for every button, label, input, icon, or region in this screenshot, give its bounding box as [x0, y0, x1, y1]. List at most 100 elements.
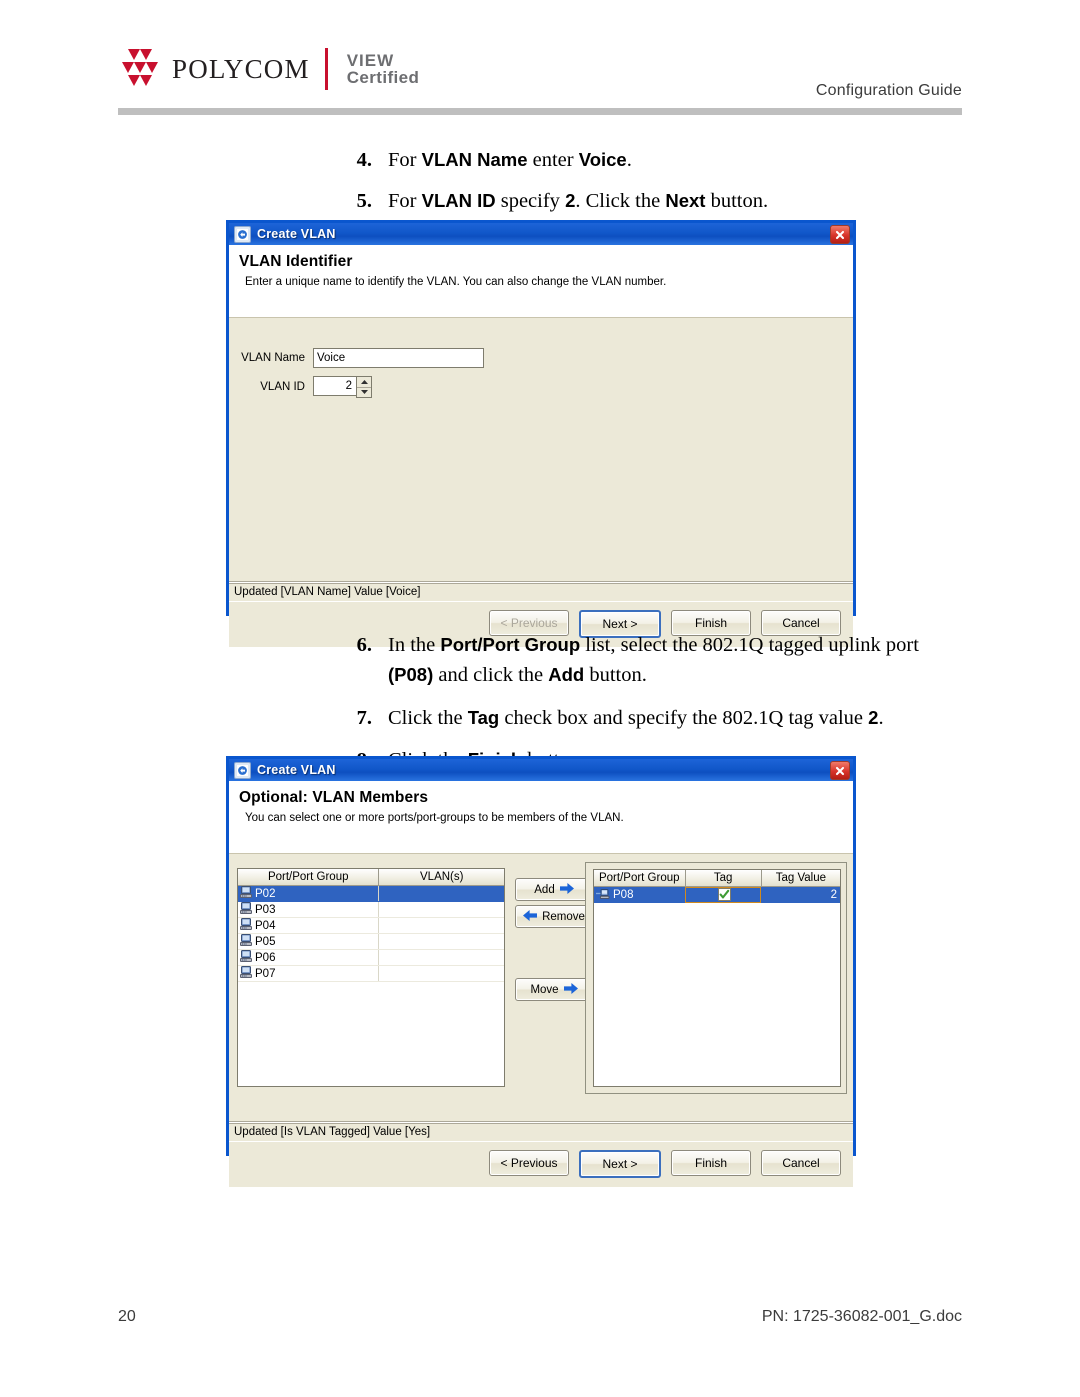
- view-label: VIEW: [346, 50, 395, 70]
- finish-button[interactable]: Finish: [671, 1150, 751, 1176]
- member-ports-panel: Port/Port Group Tag Tag Value P08 2: [585, 862, 847, 1094]
- port-computer-icon: [240, 966, 252, 981]
- cell-port[interactable]: P05: [238, 933, 379, 950]
- dialog-title-text: Create VLAN: [257, 227, 336, 241]
- step-text: For VLAN Name enter Voice.: [388, 149, 632, 171]
- cell-vlans[interactable]: [378, 901, 504, 918]
- column-header-port[interactable]: Port/Port Group: [594, 870, 686, 887]
- column-header-port[interactable]: Port/Port Group: [238, 869, 380, 886]
- port-label: P06: [255, 951, 276, 964]
- close-icon[interactable]: [830, 761, 850, 780]
- table-row[interactable]: P04: [238, 917, 504, 934]
- table-row[interactable]: P06: [238, 949, 504, 966]
- port-label: P03: [255, 903, 276, 916]
- cell-vlans[interactable]: [378, 885, 504, 902]
- add-button[interactable]: Add: [515, 878, 593, 901]
- next-button[interactable]: Next >: [579, 1150, 661, 1178]
- vlan-app-icon: [234, 761, 251, 779]
- table-header-row: Port/Port Group Tag Tag Value: [594, 870, 840, 887]
- port-label: P02: [255, 887, 276, 900]
- table-row[interactable]: P05: [238, 933, 504, 950]
- member-ports-list[interactable]: Port/Port Group Tag Tag Value P08 2: [593, 869, 841, 1087]
- vlan-id-input[interactable]: 2: [313, 376, 356, 396]
- spinner-down-icon[interactable]: [357, 388, 371, 398]
- close-icon[interactable]: [830, 225, 850, 244]
- cell-port[interactable]: P03: [238, 901, 379, 918]
- cell-port[interactable]: P06: [238, 949, 379, 966]
- table-header-row: Port/Port Group VLAN(s): [238, 869, 504, 886]
- dialog-title-bar[interactable]: Create VLAN: [229, 759, 853, 781]
- status-text: Updated [VLAN Name] Value [Voice]: [229, 582, 853, 601]
- move-button[interactable]: Move: [515, 978, 593, 1001]
- dialog-heading: VLAN Identifier: [239, 253, 353, 270]
- page-number: 20: [118, 1308, 136, 1325]
- vlan-name-row: VLAN Name Voice: [237, 348, 484, 368]
- cell-vlans[interactable]: [378, 917, 504, 934]
- column-header-tag[interactable]: Tag: [685, 870, 762, 887]
- status-text: Updated [Is VLAN Tagged] Value [Yes]: [229, 1122, 853, 1141]
- column-header-vlans[interactable]: VLAN(s): [378, 869, 504, 886]
- polycom-wordmark: POLYCOM: [172, 53, 310, 84]
- vlan-id-stepper[interactable]: 2: [313, 376, 372, 398]
- dialog-title-bar[interactable]: Create VLAN: [229, 223, 853, 245]
- step-number: 4.: [356, 149, 372, 171]
- step-item: 4. For VLAN Name enter Voice.: [338, 145, 978, 175]
- cell-port[interactable]: P07: [238, 965, 379, 982]
- step-item: 6. In the Port/Port Group list, select t…: [338, 630, 938, 691]
- tag-checkbox[interactable]: [717, 888, 731, 901]
- cell-vlans[interactable]: [378, 933, 504, 950]
- table-row[interactable]: P03: [238, 901, 504, 918]
- create-vlan-dialog-members[interactable]: Create VLAN Optional: VLAN Members You c…: [226, 756, 856, 1187]
- cell-tag-value[interactable]: 2: [761, 886, 840, 903]
- uplink-port-icon: [596, 888, 610, 902]
- dialog-status-area: Updated [VLAN Name] Value [Voice]: [229, 581, 853, 601]
- remove-button-label: Remove: [542, 910, 585, 923]
- column-header-tag-value[interactable]: Tag Value: [761, 870, 840, 887]
- document-part-number: PN: 1725-36082-001_G.doc: [761, 1308, 962, 1325]
- dialog-header-panel: Optional: VLAN Members You can select on…: [229, 781, 853, 854]
- cell-vlans[interactable]: [378, 949, 504, 966]
- port-label: P08: [613, 888, 634, 901]
- available-ports-table: Port/Port Group VLAN(s) P02 P03 P04 P05 P06 P…: [238, 869, 504, 982]
- dialog-title-text: Create VLAN: [257, 763, 336, 777]
- arrow-left-icon: [523, 909, 538, 924]
- cell-port[interactable]: P08: [594, 886, 686, 903]
- previous-button[interactable]: < Previous: [489, 1150, 569, 1176]
- dialog-body: Port/Port Group VLAN(s) P02 P03 P04 P05 P06 P…: [229, 854, 853, 1121]
- step-number: 6.: [356, 634, 372, 656]
- page-header: POLYCOM VIEW Certified Configuration Gui…: [0, 0, 1080, 118]
- vlan-id-label: VLAN ID: [260, 381, 305, 393]
- steps-top: 4. For VLAN Name enter Voice. 5. For VLA…: [338, 145, 978, 217]
- steps-middle: 6. In the Port/Port Group list, select t…: [338, 630, 938, 775]
- cell-vlans[interactable]: [378, 965, 504, 982]
- remove-button[interactable]: Remove: [515, 905, 593, 928]
- cell-tag[interactable]: [685, 886, 762, 903]
- dialog-status-area: Updated [Is VLAN Tagged] Value [Yes]: [229, 1121, 853, 1141]
- table-row[interactable]: P07: [238, 965, 504, 982]
- port-computer-icon: [240, 918, 252, 933]
- move-button-label: Move: [530, 983, 559, 996]
- step-text: For VLAN ID specify 2. Click the Next bu…: [388, 190, 769, 213]
- port-computer-icon: [240, 934, 252, 949]
- dialog-subtext: Enter a unique name to identify the VLAN…: [245, 276, 667, 288]
- cancel-button[interactable]: Cancel: [761, 1150, 841, 1176]
- spinner-arrows[interactable]: [356, 376, 372, 398]
- cell-port[interactable]: P02: [238, 885, 379, 902]
- create-vlan-dialog-identifier[interactable]: Create VLAN VLAN Identifier Enter a uniq…: [226, 220, 856, 647]
- step-item: 7. Click the Tag check box and specify t…: [338, 703, 938, 733]
- spinner-up-icon[interactable]: [357, 377, 371, 388]
- cell-port[interactable]: P04: [238, 917, 379, 934]
- step-number: 5.: [356, 190, 372, 213]
- table-row[interactable]: P08 2: [594, 886, 840, 903]
- arrow-right-icon: [563, 982, 578, 997]
- vlan-name-label: VLAN Name: [241, 352, 305, 364]
- vlan-name-input[interactable]: Voice: [313, 348, 484, 368]
- port-label: P04: [255, 919, 276, 932]
- polycom-triangles-logo-icon: [118, 49, 162, 89]
- table-row[interactable]: P02: [238, 885, 504, 902]
- available-ports-list[interactable]: Port/Port Group VLAN(s) P02 P03 P04 P05 P06 P…: [237, 868, 505, 1087]
- add-button-label: Add: [534, 883, 555, 896]
- port-label: P05: [255, 935, 276, 948]
- certified-label: Certified: [346, 68, 420, 87]
- polycom-logo: POLYCOM VIEW Certified: [118, 48, 419, 90]
